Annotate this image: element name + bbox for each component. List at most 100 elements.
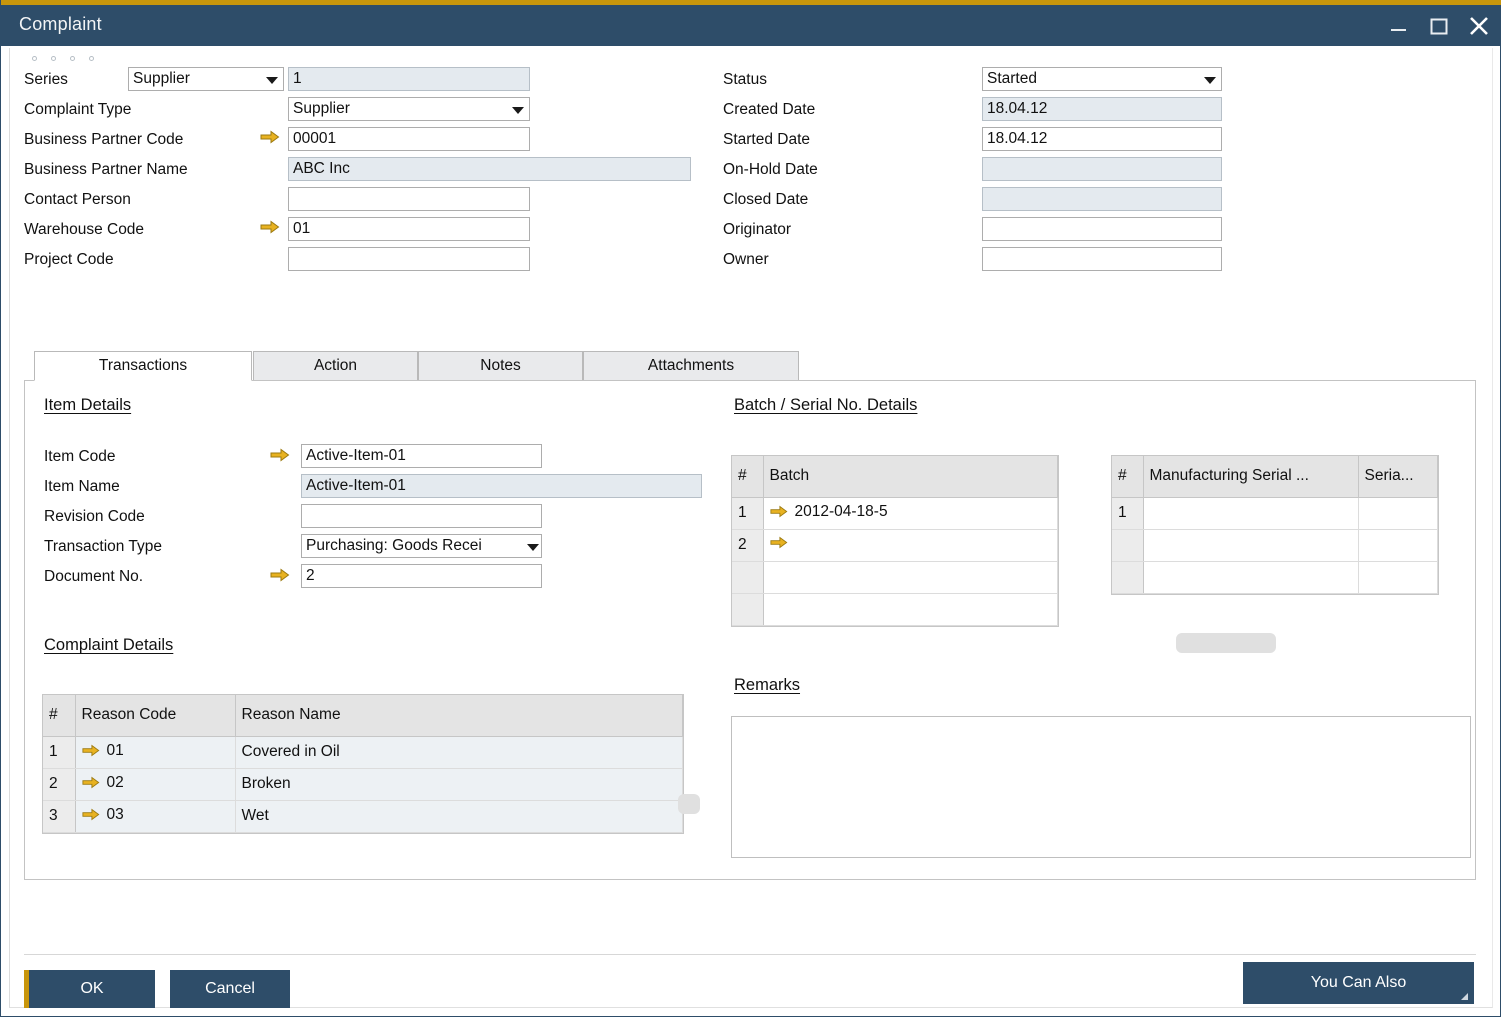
batch-row-value	[763, 593, 1058, 625]
field-row-complaint-type: Complaint Type	[24, 98, 131, 122]
maximize-button[interactable]	[1426, 13, 1452, 39]
you-can-also-button[interactable]: You Can Also	[1243, 962, 1474, 1004]
label-warehouse-code: Warehouse Code	[24, 221, 144, 239]
link-arrow-icon[interactable]	[770, 505, 788, 518]
batch-row-value-cell[interactable]	[763, 529, 1058, 561]
tab-strip: Transactions Action Notes Attachments	[34, 351, 1474, 381]
batch-grid[interactable]: # Batch 1 2012-	[731, 455, 1059, 627]
serial-row-mfg[interactable]	[1143, 561, 1358, 593]
bp-code-value: 00001	[293, 131, 336, 147]
series-select-value: Supplier	[133, 71, 190, 87]
complaint-type-select[interactable]: Supplier	[288, 97, 530, 121]
table-row[interactable]: 2 02 Broken	[43, 768, 683, 800]
window-title: Complaint	[19, 14, 102, 35]
batch-row-value-cell[interactable]: 2012-04-18-5	[763, 497, 1058, 529]
batch-row-index	[732, 561, 763, 593]
item-details-heading: Item Details	[44, 396, 131, 415]
serial-grid[interactable]: # Manufacturing Serial ... Seria... 1	[1111, 455, 1439, 595]
label-bp-name: Business Partner Name	[24, 161, 188, 179]
label-originator: Originator	[723, 221, 791, 239]
tab-notes[interactable]: Notes	[418, 351, 583, 381]
closed-date-field	[982, 187, 1222, 211]
link-arrow-icon[interactable]	[770, 536, 788, 549]
complaint-row-reason-code-cell[interactable]: 01	[75, 736, 235, 768]
serial-row-mfg[interactable]	[1143, 529, 1358, 561]
field-row-started-date: Started Date	[723, 128, 810, 152]
remarks-textarea[interactable]	[731, 716, 1471, 858]
originator-input[interactable]	[982, 217, 1222, 241]
table-row[interactable]: 1	[1112, 497, 1438, 529]
remarks-value	[732, 717, 1470, 729]
label-owner: Owner	[723, 251, 769, 269]
transaction-type-select[interactable]: Purchasing: Goods Recei	[301, 534, 542, 558]
window-controls	[1386, 5, 1492, 46]
series-select[interactable]: Supplier	[128, 67, 284, 91]
warehouse-code-value: 01	[293, 221, 310, 237]
link-arrow-icon[interactable]	[260, 220, 280, 234]
table-row[interactable]: 3 03 Wet	[43, 800, 683, 832]
field-row-item-code: Item Code	[44, 445, 116, 469]
series-number-field: 1	[288, 67, 530, 91]
table-row[interactable]	[1112, 529, 1438, 561]
tab-transactions[interactable]: Transactions	[34, 351, 252, 381]
close-button[interactable]	[1466, 13, 1492, 39]
tab-action[interactable]: Action	[253, 351, 418, 381]
serial-row-serial[interactable]	[1358, 561, 1438, 593]
minimize-button[interactable]	[1386, 13, 1412, 39]
complaint-row-reason-code: 01	[107, 742, 124, 760]
item-code-value: Active-Item-01	[306, 448, 406, 464]
field-row-item-name: Item Name	[44, 475, 120, 499]
revision-code-input[interactable]	[301, 504, 542, 528]
label-contact-person: Contact Person	[24, 191, 131, 209]
label-complaint-type: Complaint Type	[24, 101, 131, 119]
status-select[interactable]: Started	[982, 67, 1222, 91]
link-arrow-icon[interactable]	[270, 568, 290, 582]
field-row-status: Status	[723, 68, 767, 92]
complaint-row-reason-name[interactable]: Wet	[235, 800, 683, 832]
chevron-down-icon	[527, 544, 539, 551]
complaint-grid-action-button[interactable]	[678, 794, 700, 814]
link-arrow-icon[interactable]	[260, 130, 280, 144]
batch-grid-header-row: # Batch	[732, 456, 1058, 497]
table-row[interactable]: 2	[732, 529, 1058, 561]
complaint-row-reason-name[interactable]: Covered in Oil	[235, 736, 683, 768]
table-row[interactable]: 1 01 Covered in Oil	[43, 736, 683, 768]
started-date-input[interactable]: 18.04.12	[982, 127, 1222, 151]
complaint-details-grid[interactable]: # Reason Code Reason Name 1	[42, 694, 684, 834]
complaint-col-reason-code: Reason Code	[75, 695, 235, 736]
table-row[interactable]	[1112, 561, 1438, 593]
link-arrow-icon[interactable]	[82, 776, 100, 789]
contact-person-input[interactable]	[288, 187, 530, 211]
tab-attachments[interactable]: Attachments	[583, 351, 799, 381]
bp-code-input[interactable]: 00001	[288, 127, 530, 151]
serial-row-serial[interactable]	[1358, 497, 1438, 529]
serial-row-mfg[interactable]	[1143, 497, 1358, 529]
complaint-window: Complaint Series Supplier	[0, 0, 1501, 1017]
project-code-input[interactable]	[288, 247, 530, 271]
table-row[interactable]	[732, 561, 1058, 593]
complaint-type-value: Supplier	[293, 101, 350, 117]
table-row[interactable]: 1 2012-04-18-5	[732, 497, 1058, 529]
ok-button[interactable]: OK	[24, 970, 155, 1008]
link-arrow-icon[interactable]	[270, 448, 290, 462]
complaint-row-reason-name[interactable]: Broken	[235, 768, 683, 800]
owner-input[interactable]	[982, 247, 1222, 271]
table-row[interactable]	[732, 593, 1058, 625]
serial-col-index: #	[1112, 456, 1143, 497]
cancel-button[interactable]: Cancel	[170, 970, 290, 1008]
serial-grid-action-button[interactable]	[1176, 633, 1276, 653]
field-row-contact-person: Contact Person	[24, 188, 131, 212]
label-started-date: Started Date	[723, 131, 810, 149]
complaint-row-reason-code-cell[interactable]: 02	[75, 768, 235, 800]
complaint-row-reason-code-cell[interactable]: 03	[75, 800, 235, 832]
link-arrow-icon[interactable]	[82, 744, 100, 757]
link-arrow-icon[interactable]	[82, 808, 100, 821]
complaint-col-index: #	[43, 695, 75, 736]
warehouse-code-input[interactable]: 01	[288, 217, 530, 241]
document-no-input[interactable]: 2	[301, 564, 542, 588]
field-row-closed-date: Closed Date	[723, 188, 808, 212]
serial-row-serial[interactable]	[1358, 529, 1438, 561]
bp-name-field: ABC Inc	[288, 157, 691, 181]
item-code-input[interactable]: Active-Item-01	[301, 444, 542, 468]
item-name-value: Active-Item-01	[306, 478, 406, 494]
